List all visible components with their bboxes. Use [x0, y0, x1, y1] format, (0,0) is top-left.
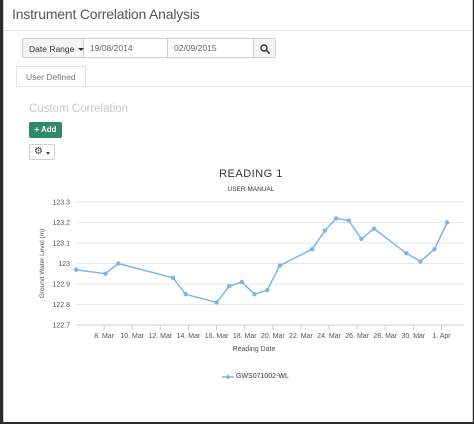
x-tick-label: 28. Mar	[373, 333, 397, 340]
data-point	[444, 220, 450, 225]
y-tick-label: 122.7	[52, 323, 70, 330]
x-tick-label: 20. Mar	[261, 333, 285, 340]
data-point	[214, 300, 219, 305]
data-point	[73, 267, 79, 272]
data-point	[183, 292, 188, 297]
x-tick-label: 14. Mar	[177, 333, 201, 340]
data-point	[404, 251, 409, 256]
data-point	[252, 292, 257, 297]
x-tick-label: 18. Mar	[233, 333, 257, 340]
data-point	[309, 246, 315, 252]
legend-swatch	[222, 374, 234, 380]
y-axis-title: Ground Water Level (m)	[39, 229, 46, 298]
x-tick-label: 16. Mar	[205, 333, 229, 340]
x-tick-label: 22. Mar	[289, 333, 313, 340]
app-window: Instrument Correlation Analysis Date Ran…	[3, 0, 473, 422]
x-tick-label: 30. Mar	[402, 333, 426, 340]
legend-label: GWS071002-WL	[236, 373, 289, 380]
data-point	[322, 228, 328, 233]
data-point	[170, 275, 176, 281]
data-point	[227, 283, 232, 289]
y-tick-label: 122.9	[52, 282, 70, 289]
x-tick-label: 26. Mar	[345, 333, 369, 340]
data-point	[371, 226, 377, 231]
data-point	[277, 263, 283, 268]
data-point	[359, 236, 364, 242]
data-point	[264, 287, 270, 293]
y-tick-label: 122.8	[52, 302, 70, 309]
data-point	[333, 216, 339, 221]
line-chart: 122.7 122.8 122.9 123 123.1 123.2 123.3 8. Mar 1…	[39, 200, 464, 353]
data-point	[418, 259, 423, 264]
x-tick-label: 1. Apr	[432, 333, 451, 340]
x-axis-title: Reading Date	[233, 346, 276, 353]
y-tick-label: 123.1	[52, 241, 70, 248]
y-tick-label: 123	[58, 261, 70, 268]
x-tick-label: 24. Mar	[317, 333, 341, 340]
data-point	[239, 279, 245, 285]
data-point	[432, 246, 437, 252]
y-tick-label: 123.2	[52, 220, 70, 227]
data-point	[346, 218, 351, 223]
x-tick-label: 10. Mar	[120, 333, 144, 340]
y-tick-label: 123.3	[52, 200, 70, 207]
series-line	[75, 217, 448, 304]
data-point	[103, 271, 108, 276]
data-point	[115, 261, 121, 266]
x-tick-label: 8. Mar	[94, 333, 115, 340]
x-tick-label: 12. Mar	[148, 333, 172, 340]
